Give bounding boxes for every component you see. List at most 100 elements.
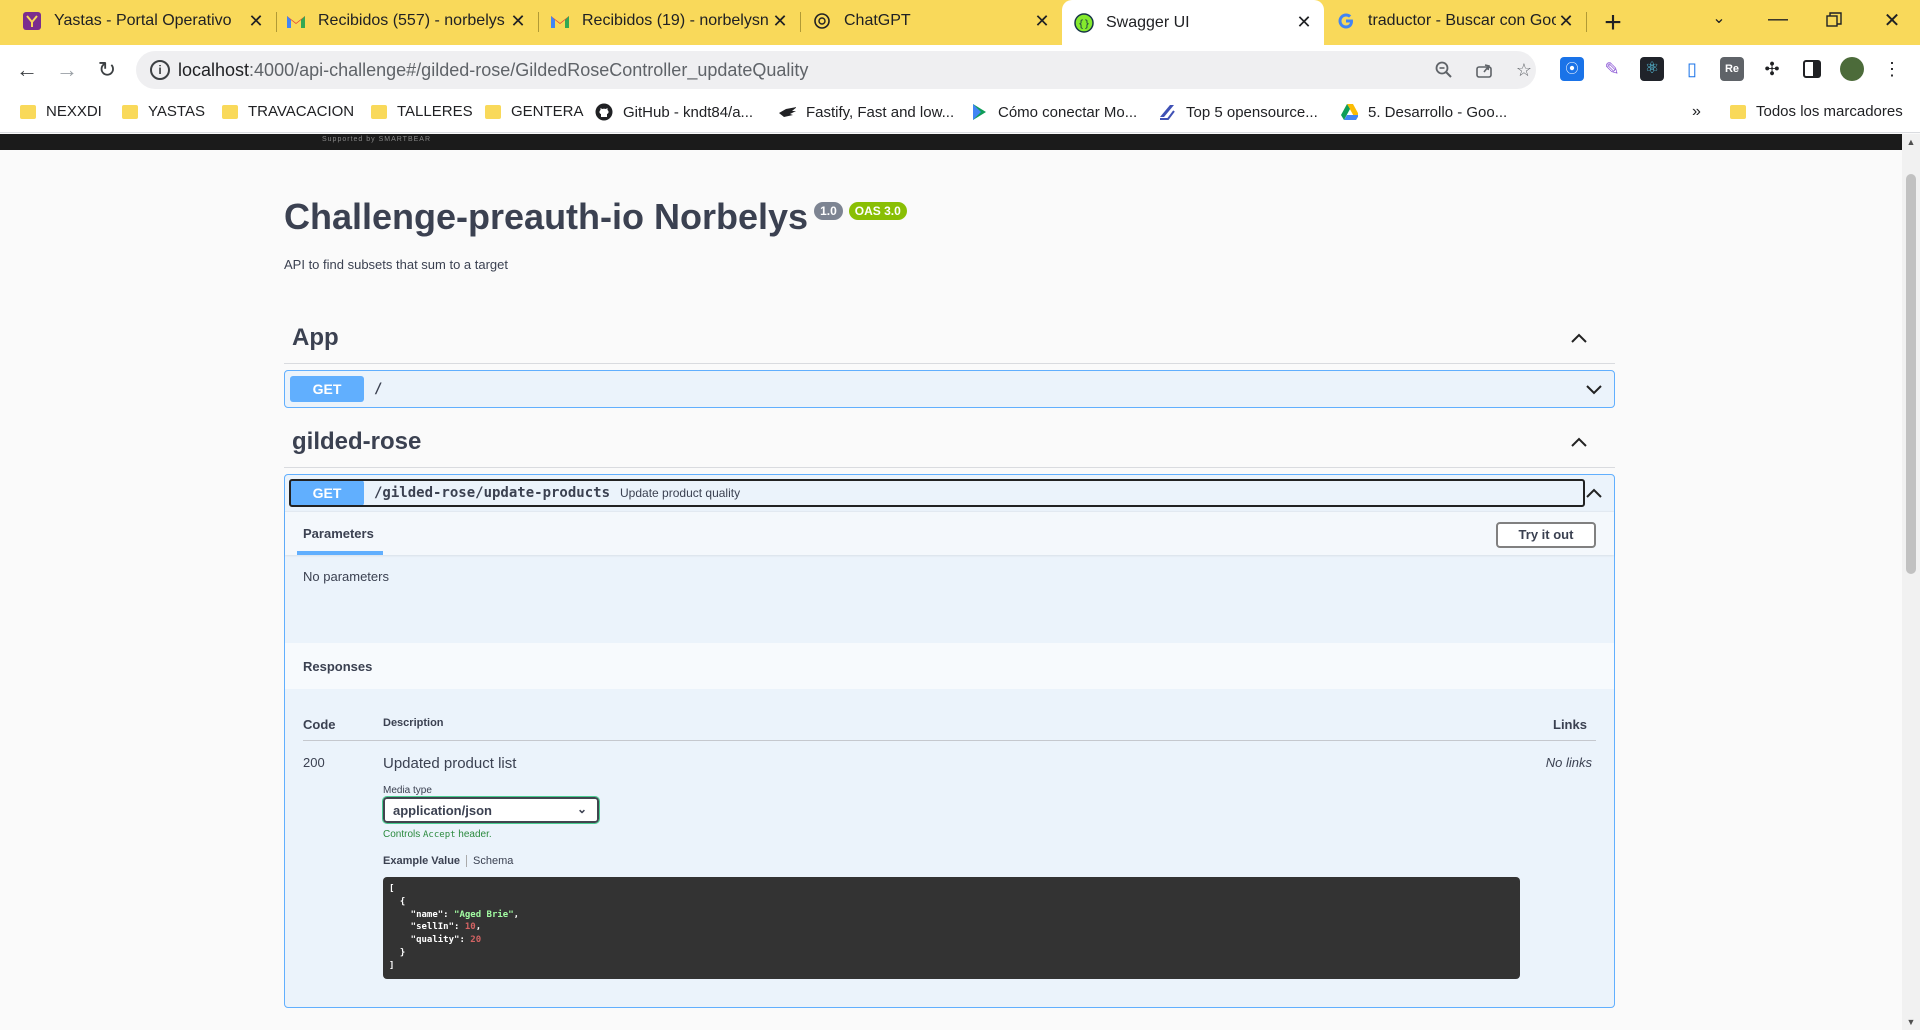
bookmark-label: YASTAS xyxy=(148,103,205,120)
reload-icon[interactable]: ↻ xyxy=(92,55,122,85)
page-title: Challenge-preauth-io Norbelys 1.0 OAS 3.… xyxy=(284,196,907,238)
scroll-down-icon[interactable]: ▼ xyxy=(1902,1014,1920,1030)
chevron-up-icon[interactable] xyxy=(1569,432,1589,452)
menu-kebab-icon[interactable]: ⋮ xyxy=(1880,57,1904,81)
tab-example-value[interactable]: Example Value xyxy=(383,855,460,867)
bookmark-link[interactable]: Top 5 opensource... xyxy=(1158,103,1318,121)
side-panel-icon[interactable] xyxy=(1800,57,1824,81)
example-value-code[interactable]: [ { "name": "Aged Brie", "sellIn": 10, "… xyxy=(383,877,1520,979)
gmail-icon xyxy=(286,11,306,31)
controls-accept-note: Controls Accept header. xyxy=(383,829,492,840)
close-icon[interactable]: ✕ xyxy=(770,11,790,32)
bookmark-folder[interactable]: GENTERA xyxy=(485,103,584,120)
tab-search-chevron-icon[interactable]: ⌄ xyxy=(1704,8,1734,28)
close-icon[interactable]: ✕ xyxy=(1556,11,1576,32)
close-icon[interactable]: ✕ xyxy=(1032,11,1052,32)
responses-header: Responses xyxy=(285,643,1614,689)
bookmark-label: GENTERA xyxy=(511,103,584,120)
drive-icon xyxy=(1340,103,1358,121)
tag-name: gilded-rose xyxy=(292,428,422,455)
info-icon[interactable]: i xyxy=(150,60,170,80)
bookmarks-overflow-button[interactable]: » xyxy=(1692,103,1701,121)
pen-extension-icon[interactable]: ✎ xyxy=(1600,57,1624,81)
back-arrow-icon[interactable]: ← xyxy=(12,55,42,85)
fastify-icon xyxy=(778,103,796,121)
media-type-value: application/json xyxy=(393,803,492,818)
share-icon[interactable] xyxy=(1472,58,1496,82)
close-icon[interactable]: ✕ xyxy=(1294,12,1314,33)
browser-tab[interactable]: Recibidos (557) - norbelys ✕ xyxy=(276,0,538,42)
url-text[interactable]: localhost:4000/api-challenge#/gilded-ros… xyxy=(178,60,808,81)
bookmark-label: 5. Desarrollo - Goo... xyxy=(1368,103,1508,121)
responses-table-header: Code Description Links xyxy=(303,717,1596,741)
chevron-down-icon[interactable] xyxy=(1584,379,1604,399)
folder-icon xyxy=(371,104,387,119)
responses-body: Code Description Links 200 Updated produ… xyxy=(285,689,1614,1007)
avatar[interactable] xyxy=(1840,57,1864,81)
bookmark-label: TRAVACACION xyxy=(248,103,355,120)
forward-arrow-icon[interactable]: → xyxy=(52,55,82,85)
gmail-icon xyxy=(550,11,570,31)
bookmark-label: Todos los marcadores xyxy=(1756,103,1903,120)
bookmark-folder[interactable]: NEXXDI xyxy=(20,103,102,120)
tag-section-app[interactable]: App xyxy=(284,316,1615,364)
response-code: 200 xyxy=(303,755,325,770)
tab-title: Yastas - Portal Operativo xyxy=(54,12,232,29)
scroll-up-icon[interactable]: ▲ xyxy=(1902,134,1920,150)
screen-capture-extension-icon[interactable]: ⦿ xyxy=(1560,57,1584,81)
bookmark-star-icon[interactable]: ☆ xyxy=(1512,58,1536,82)
bookmark-folder[interactable]: YASTAS xyxy=(122,103,205,120)
operation-get-root[interactable]: GET / xyxy=(284,370,1615,408)
bookmark-link[interactable]: Cómo conectar Mo... xyxy=(970,103,1137,121)
minimize-icon[interactable]: — xyxy=(1763,8,1793,31)
bookmark-link[interactable]: 5. Desarrollo - Goo... xyxy=(1340,103,1507,121)
folder-icon xyxy=(1730,104,1746,119)
url-path: :4000/api-challenge#/gilded-rose/GildedR… xyxy=(249,60,809,80)
api-title-text: Challenge-preauth-io Norbelys xyxy=(284,196,809,237)
column-header-description: Description xyxy=(383,717,444,729)
bookmark-link[interactable]: Fastify, Fast and low... xyxy=(778,103,954,121)
react-devtools-icon[interactable]: ⚛ xyxy=(1640,57,1664,81)
document-extension-icon[interactable]: ▯ xyxy=(1680,57,1704,81)
tab-schema[interactable]: Schema xyxy=(473,855,513,867)
github-icon xyxy=(595,103,613,121)
restore-icon[interactable] xyxy=(1819,8,1849,34)
operation-path: /gilded-rose/update-products xyxy=(374,485,611,501)
chevron-up-icon[interactable] xyxy=(1584,483,1604,503)
try-it-out-button[interactable]: Try it out xyxy=(1496,522,1596,548)
close-window-icon[interactable]: ✕ xyxy=(1877,8,1907,33)
browser-tab[interactable]: Yastas - Portal Operativo ✕ xyxy=(0,0,276,42)
media-type-select[interactable]: application/json ⌄ xyxy=(382,796,600,824)
all-bookmarks-folder[interactable]: Todos los marcadores xyxy=(1730,103,1903,120)
scrollbar-thumb[interactable] xyxy=(1906,174,1916,574)
tab-title: traductor - Buscar con Goo xyxy=(1368,12,1556,29)
bookmark-folder[interactable]: TALLERES xyxy=(371,103,473,120)
page-scrollbar[interactable]: ▲ ▼ xyxy=(1902,134,1920,1030)
browser-tab[interactable]: traductor - Buscar con Goo ✕ xyxy=(1324,0,1586,42)
column-header-links: Links xyxy=(1553,717,1587,732)
browser-tab-active[interactable]: {} Swagger UI ✕ xyxy=(1062,0,1324,45)
tab-parameters[interactable]: Parameters xyxy=(303,526,374,541)
close-icon[interactable]: ✕ xyxy=(246,11,266,32)
browser-tab[interactable]: ChatGPT ✕ xyxy=(800,0,1062,42)
browser-tab-strip: Yastas - Portal Operativo ✕ Recibidos (5… xyxy=(0,0,1920,45)
tab-divider xyxy=(1586,12,1587,32)
extensions-puzzle-icon[interactable]: ✣ xyxy=(1760,57,1784,81)
new-tab-icon[interactable]: + xyxy=(1598,6,1628,40)
zoom-icon[interactable] xyxy=(1432,58,1456,82)
bookmark-link[interactable]: GitHub - kndt84/a... xyxy=(595,103,753,121)
chevron-up-icon[interactable] xyxy=(1569,328,1589,348)
operation-summary[interactable]: GET / xyxy=(285,371,1614,407)
folder-icon xyxy=(485,104,501,119)
browser-tab[interactable]: Recibidos (19) - norbelysn ✕ xyxy=(538,0,800,42)
operation-summary[interactable]: GET /gilded-rose/update-products Update … xyxy=(285,475,1614,511)
note-code: Accept xyxy=(423,830,456,840)
tab-title: ChatGPT xyxy=(844,12,911,29)
close-icon[interactable]: ✕ xyxy=(508,11,528,32)
bookmark-folder[interactable]: TRAVACACION xyxy=(222,103,354,120)
page-viewport: Supported by SMARTBEAR Challenge-preauth… xyxy=(0,134,1902,1030)
re-extension-icon[interactable]: Re xyxy=(1720,57,1744,81)
tag-section-gilded-rose[interactable]: gilded-rose xyxy=(284,420,1615,468)
tag-name: App xyxy=(292,324,339,351)
address-bar[interactable]: i localhost:4000/api-challenge#/gilded-r… xyxy=(136,51,1536,89)
